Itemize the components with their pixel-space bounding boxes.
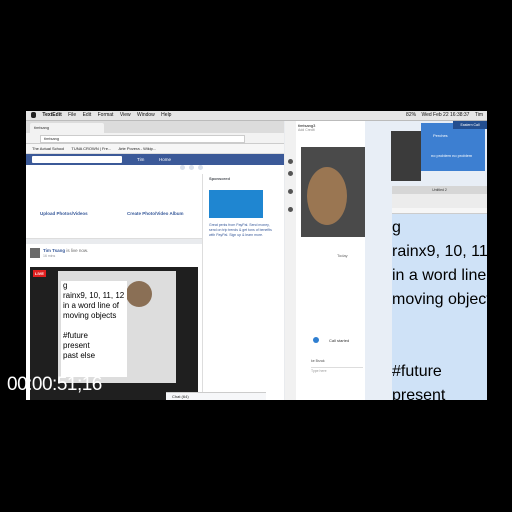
right-column: Sponsored Great perks from PayPal. Send …	[202, 174, 284, 400]
avatar[interactable]	[30, 248, 40, 258]
video-timecode: 00:00:51;16	[7, 374, 102, 395]
chat-bar[interactable]: Chat (64)	[166, 392, 266, 400]
composer-card: Upload Photos/Videos Create Photo/Video …	[26, 174, 202, 239]
browser-window: timtsang timtsang The Actual School TUNA…	[26, 121, 284, 400]
bookmark-item[interactable]: The Actual School	[32, 146, 64, 151]
sender-name: ke Brzak	[311, 359, 325, 363]
apple-icon[interactable]	[31, 111, 36, 118]
editor-ruler[interactable]	[392, 208, 487, 214]
ad-text[interactable]: Great perks from PayPal. Send money, sen…	[209, 223, 275, 238]
self-view-video	[391, 131, 421, 181]
sponsored-heading: Sponsored	[209, 176, 230, 181]
facebook-home-link[interactable]: Home	[159, 154, 171, 165]
menu-file[interactable]: File	[68, 111, 76, 120]
right-panel: Perches no problem no problem Eastern Ca…	[365, 121, 487, 400]
browser-tab[interactable]: timtsang	[30, 123, 104, 133]
menu-format[interactable]: Format	[98, 111, 114, 120]
phone-icon	[313, 337, 319, 343]
editor-text[interactable]: g rainx9, 10, 11 in a word line moving o…	[392, 216, 487, 400]
bookmark-item[interactable]: Arte Povera - Wikip...	[118, 146, 156, 151]
home-icon[interactable]	[288, 159, 293, 164]
facebook-search-input[interactable]	[32, 156, 122, 163]
mac-menubar: TextEdit File Edit Format View Window He…	[26, 111, 487, 121]
menu-window[interactable]: Window	[137, 111, 155, 120]
post-timestamp[interactable]: 16 mins	[43, 254, 55, 258]
menubar-status: 82% Wed Feb 22 16:38:37 Tim	[402, 111, 483, 120]
messages-icon[interactable]	[189, 165, 194, 170]
menu-help[interactable]: Help	[161, 111, 171, 120]
add-credit-link[interactable]: Add Credit	[298, 128, 315, 132]
facebook-header: Tim Home	[26, 154, 284, 170]
menu-app-name[interactable]: TextEdit	[42, 111, 61, 120]
menu-view[interactable]: View	[120, 111, 131, 120]
contacts-icon[interactable]	[288, 171, 293, 176]
live-badge: LIVE	[33, 270, 46, 277]
editor-title: Untitled 2	[392, 186, 487, 194]
message-input[interactable]: Type here	[311, 367, 363, 375]
caller-face	[307, 167, 347, 225]
messaging-window: timtsang3 Add Credit Today Call started …	[285, 121, 365, 400]
panel-tab[interactable]: Eastern Call	[453, 121, 487, 129]
browser-toolbar: timtsang	[26, 133, 284, 144]
screen-capture: TextEdit File Edit Format View Window He…	[26, 111, 487, 400]
nested-notes: g rainx9, 10, 11, 12 in a word line of m…	[61, 281, 127, 377]
upload-photos-link[interactable]: Upload Photos/Videos	[40, 211, 88, 216]
notification-sender: Perches	[433, 133, 448, 138]
bookmarks-bar: The Actual School TUNA CROWN | Fre... Ar…	[26, 144, 284, 154]
editor-toolbar[interactable]	[392, 194, 487, 209]
friends-icon[interactable]	[180, 165, 185, 170]
menubar-user[interactable]: Tim	[475, 111, 483, 120]
textedit-window: Untitled 2 g rainx9, 10, 11 in a word li…	[392, 186, 487, 400]
notifications-icon[interactable]	[198, 165, 203, 170]
browser-tabs: timtsang	[26, 121, 284, 133]
notification[interactable]: Perches no problem no problem	[421, 123, 485, 171]
facebook-profile-link[interactable]: Tim	[137, 154, 144, 165]
call-started-label: Call started	[329, 338, 350, 343]
messaging-rail	[285, 121, 296, 400]
call-icon[interactable]	[288, 189, 293, 194]
notification-message: no problem no problem	[431, 153, 473, 158]
create-album-link[interactable]: Create Photo/Video Album	[127, 211, 184, 216]
news-feed: Upload Photos/Videos Create Photo/Video …	[26, 174, 202, 400]
chat-count[interactable]: Chat (64)	[172, 394, 189, 399]
bookmark-item[interactable]: TUNA CROWN | Fre...	[71, 146, 111, 151]
post-author[interactable]: Tim Tsang is live now.	[43, 248, 88, 253]
menu-edit[interactable]: Edit	[83, 111, 92, 120]
add-icon[interactable]	[288, 207, 293, 212]
date-divider: Today	[337, 253, 348, 258]
clock[interactable]: Wed Feb 22 16:38:37	[421, 111, 469, 120]
address-bar[interactable]: timtsang	[40, 135, 245, 143]
battery-level[interactable]: 82%	[406, 111, 416, 120]
facebook-notification-icons	[180, 157, 207, 175]
ad-image[interactable]	[209, 190, 263, 218]
nested-photo	[126, 281, 152, 307]
